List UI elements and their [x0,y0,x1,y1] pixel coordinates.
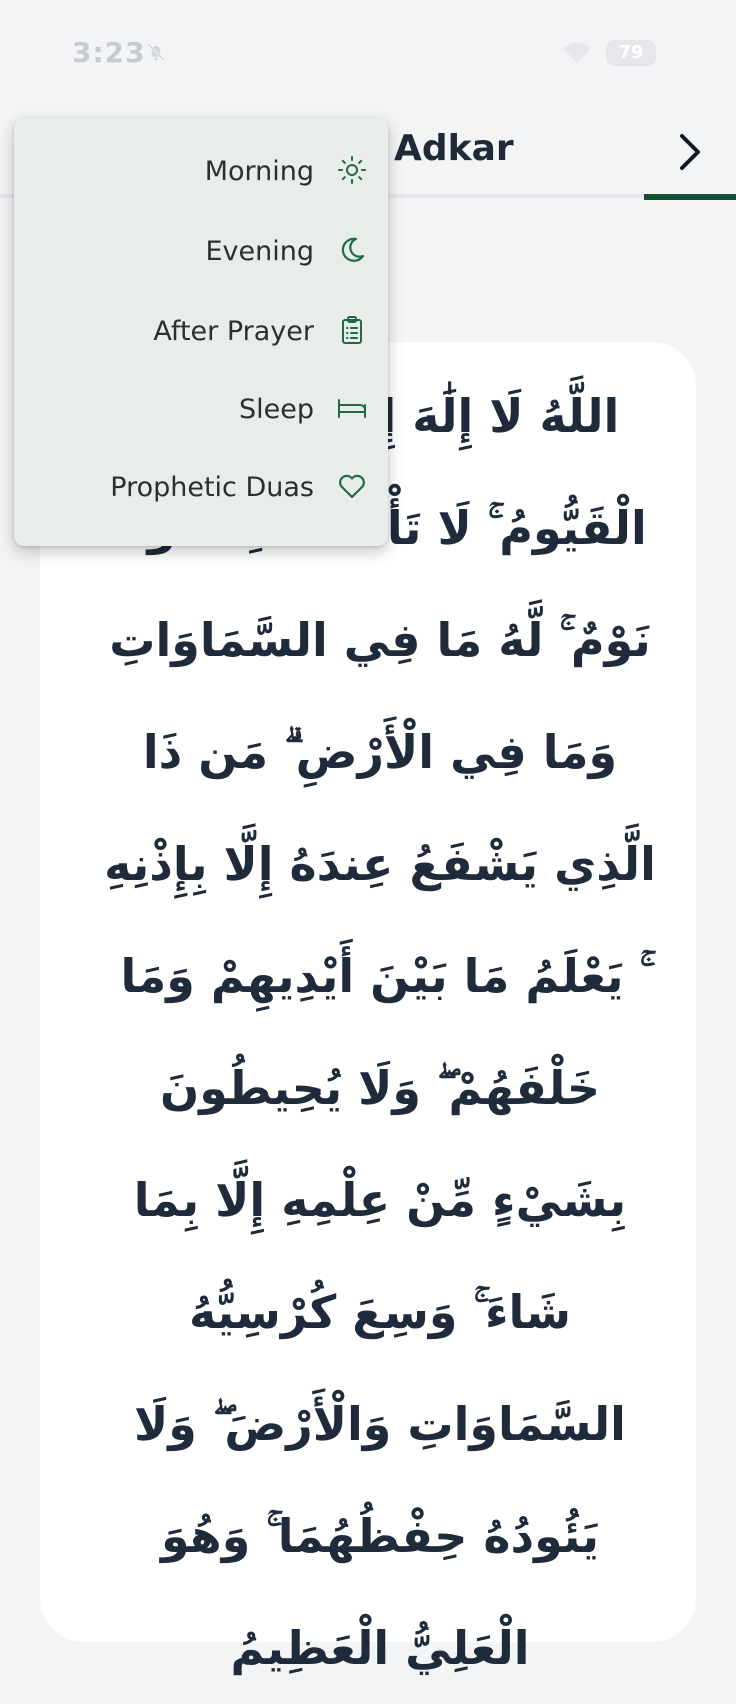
bed-icon [338,399,366,418]
active-tab-indicator [644,194,736,200]
status-time: 3:23 [72,36,146,69]
category-menu: Morning Evening After Prayer Sleep Proph… [14,118,388,546]
sun-icon [338,156,366,184]
menu-item-after-prayer[interactable]: After Prayer [14,298,388,362]
menu-item-label: Sleep [238,394,314,425]
status-bar: 3:23 79 [0,0,736,108]
menu-item-label: Prophetic Duas [110,472,314,503]
chevron-right-icon[interactable] [666,128,714,176]
battery-indicator: 79 [606,40,656,66]
dhikr-text: اللَّهُ لَا إِلَٰهَ إِلَّا هُوَ الْحَيُّ… [104,389,656,1675]
menu-item-label: After Prayer [153,316,314,347]
menu-item-sleep[interactable]: Sleep [14,376,388,440]
moon-icon [341,237,365,262]
heart-icon [339,474,365,499]
clipboard-list-icon [342,316,362,344]
bell-off-icon [147,43,165,61]
menu-item-morning[interactable]: Morning [14,138,388,202]
page-title: Adkar [394,128,514,169]
menu-item-prophetic-duas[interactable]: Prophetic Duas [14,454,388,518]
menu-item-evening[interactable]: Evening [14,218,388,282]
wifi-icon [563,42,591,63]
menu-item-label: Evening [205,236,314,267]
menu-item-label: Morning [204,156,314,187]
